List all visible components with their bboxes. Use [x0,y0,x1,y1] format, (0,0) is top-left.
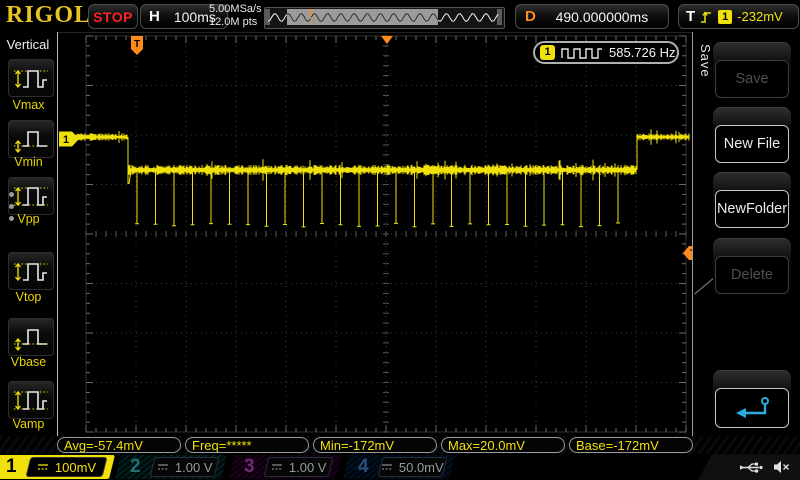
vbase-label: Vbase [10,355,47,369]
channel-2-indicator[interactable]: 2 1.00 V [115,455,227,479]
vmin-label: Vmin [14,155,43,169]
measurement-bar: Avg=-57.4mV Freq=***** Min=-172mV Max=20… [57,436,700,454]
horizontal-label: H [149,8,160,25]
delay-label: D [525,8,536,25]
channel-4-scale: 50.0mV [399,459,444,475]
trigger-label: T [686,8,696,25]
page-indicator-dot [9,216,14,221]
trigger-level-value: -232mV [737,9,783,24]
channel-3-number: 3 [244,456,255,477]
memory-depth: 12.0M pts [209,16,258,28]
dc-coupling-icon [271,464,282,470]
menu-tab-save: Save [698,44,713,78]
trigger-box[interactable]: T 1 -232mV [678,4,799,29]
measurement-freq: Freq=***** [185,437,309,453]
frequency-value: 585.726 Hz [609,45,676,60]
svg-text:1: 1 [63,134,69,146]
memory-position-strip[interactable]: T [264,7,505,29]
vtop-icon [14,262,48,282]
square-wave-icon [561,47,602,59]
channel-1-number: 1 [6,456,17,477]
dc-coupling-icon [157,464,168,470]
vamp-label: Vamp [12,417,45,431]
channel-2-number: 2 [130,456,141,477]
vmax-button[interactable] [8,59,54,97]
vmin-button[interactable] [8,120,54,158]
acquisition-info: 5.00MSa/s 12.0M pts [209,3,265,29]
measurement-min: Min=-172mV [313,437,437,453]
vamp-button[interactable] [8,381,54,419]
vtop-label: Vtop [15,290,42,304]
vbase-button[interactable] [8,318,54,356]
delay-box[interactable]: D 490.000000ms [515,4,669,29]
channel-3-indicator[interactable]: 3 1.00 V [229,455,341,479]
dc-coupling-icon [382,464,393,470]
new-file-button[interactable]: New File [715,125,789,163]
sample-rate: 5.00MSa/s [209,3,262,15]
channel-4-number: 4 [358,456,369,477]
freq-channel-badge: 1 [540,45,555,60]
measurement-max: Max=20.0mV [441,437,565,453]
dc-coupling-icon [37,464,48,470]
vtop-button[interactable] [8,252,54,290]
status-icon-panel [698,454,800,480]
channel-3-scale: 1.00 V [288,459,327,475]
vmax-icon [14,69,48,89]
page-indicator-dot [9,204,14,209]
rising-edge-icon [701,10,712,23]
ch1-trace [73,129,690,228]
return-arrow-icon [736,397,769,418]
vpp-icon [14,186,48,207]
channel-status-bar: 1 100mV 2 1.00 V 3 1.00 V 4 50.0mV [0,454,800,480]
vamp-icon [14,390,48,411]
vmax-label: Vmax [12,98,45,112]
speaker-muted-icon [774,461,789,473]
vpp-button[interactable] [8,177,54,215]
channel-1-indicator[interactable]: 1 100mV [0,455,115,479]
thumbnail-trigger-marker: T [308,8,314,18]
channel-2-scale: 1.00 V [174,459,213,475]
trigger-source-badge: 1 [718,9,733,24]
brand-logo: RIGOL [6,2,92,28]
usb-icon [740,462,763,473]
page-indicator-dot [9,192,14,197]
frequency-counter-badge: 1 585.726 Hz [533,41,679,64]
measurement-avg: Avg=-57.4mV [57,437,181,453]
run-state-label: STOP [93,8,133,25]
vbase-icon [14,329,48,352]
softkey-menu: Save Save New File NewFolder Delete [692,32,800,436]
back-button[interactable] [715,388,789,428]
measurement-base: Base=-172mV [569,437,693,453]
graticule: 1TT [59,35,700,433]
measure-menu-title: Vertical [6,37,50,52]
delete-button[interactable]: Delete [715,256,789,294]
memory-waveform-thumbnail: T [265,8,502,25]
svg-text:T: T [134,39,140,50]
save-button[interactable]: Save [715,60,789,98]
vmin-icon [14,131,48,154]
delay-position-marker[interactable] [381,36,393,44]
channel-4-indicator[interactable]: 4 50.0mV [343,455,455,479]
run-state-indicator[interactable]: STOP [88,4,138,29]
delay-value: 490.000000ms [555,8,649,25]
new-folder-button[interactable]: NewFolder [715,190,789,228]
channel-1-scale: 100mV [54,459,97,475]
